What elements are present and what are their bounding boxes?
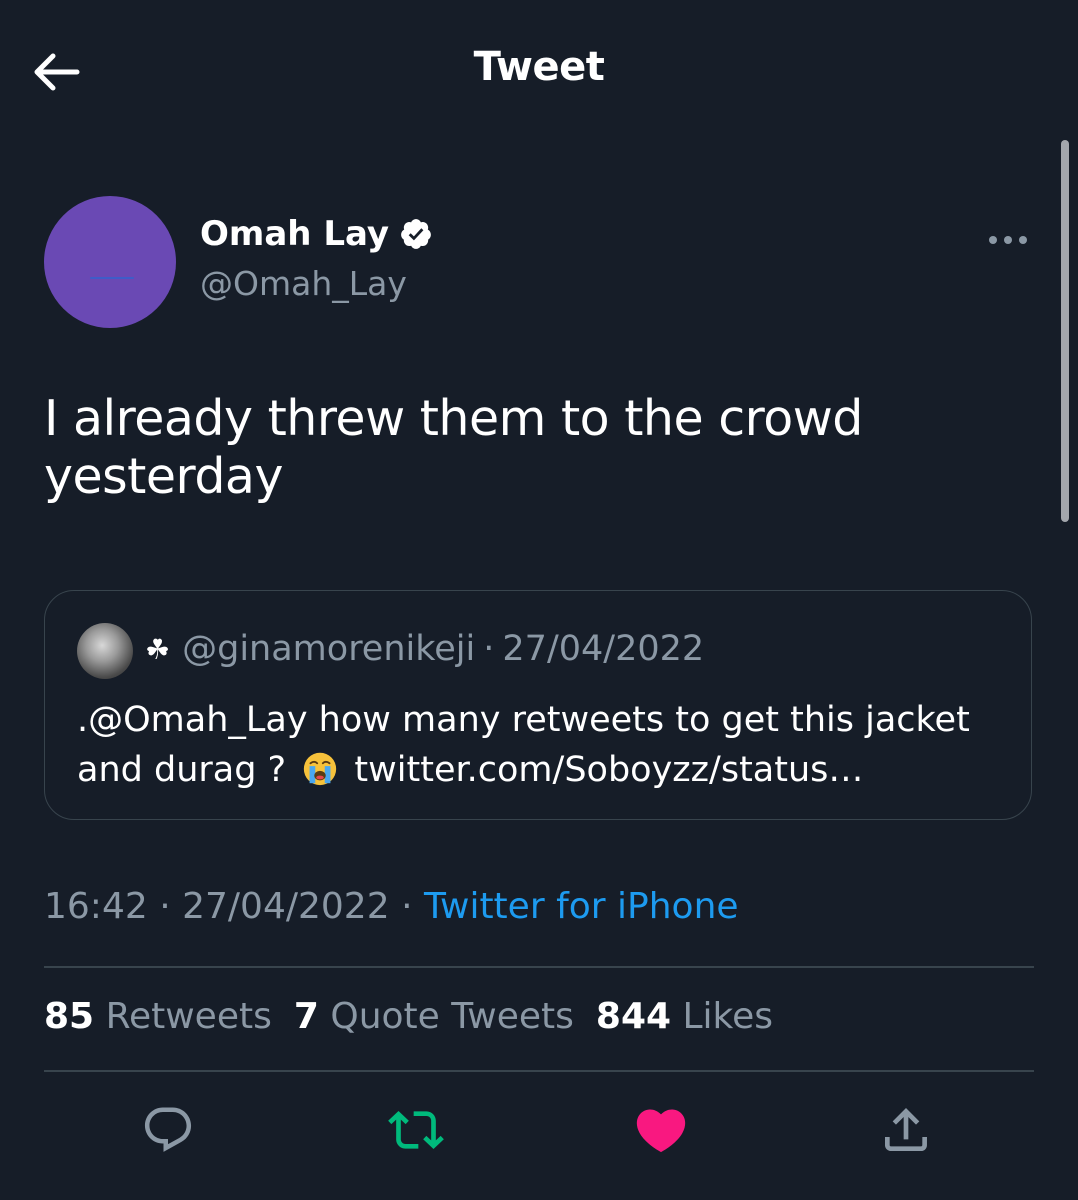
- quoted-tweet-date: 27/04/2022: [502, 629, 705, 669]
- tweet-meta: 16:42 · 27/04/2022 · Twitter for iPhone: [44, 886, 739, 927]
- quoted-author-avatar: [77, 623, 133, 679]
- more-dots-icon: [989, 236, 1027, 244]
- loudly-crying-face-icon: [304, 752, 337, 786]
- retweet-icon: [388, 1111, 444, 1149]
- retweet-button[interactable]: [386, 1100, 446, 1160]
- share-icon: [885, 1108, 927, 1151]
- quoted-tweet-link[interactable]: twitter.com/Soboyzz/status…: [354, 750, 863, 790]
- separator-dot: ·: [483, 629, 495, 669]
- likes-count: 844: [595, 996, 672, 1037]
- quoted-tweet-text: .@Omah_Lay how many retweets to get this…: [77, 695, 997, 795]
- verified-badge-icon: [401, 219, 431, 249]
- tweet-date: 27/04/2022: [182, 886, 390, 927]
- tweet-source-link[interactable]: Twitter for iPhone: [424, 886, 739, 927]
- quote-tweets-count: 7: [293, 996, 319, 1037]
- quoted-tweet-header: ☘ @ginamorenikeji · 27/04/2022: [145, 629, 704, 669]
- likes-stat[interactable]: 844 Likes: [596, 996, 773, 1037]
- divider: [44, 1070, 1034, 1072]
- top-bar: Tweet: [0, 0, 1078, 140]
- retweets-count: 85: [44, 996, 95, 1037]
- quoted-tweet[interactable]: ☘ @ginamorenikeji · 27/04/2022 .@Omah_La…: [44, 590, 1032, 820]
- tweet-text: I already threw them to the crowd yester…: [44, 390, 863, 505]
- divider: [44, 966, 1034, 968]
- quoted-author-handle: @ginamorenikeji: [182, 629, 476, 669]
- like-button[interactable]: [631, 1100, 691, 1160]
- reply-button[interactable]: [138, 1100, 198, 1160]
- retweets-stat[interactable]: 85 Retweets: [44, 996, 272, 1037]
- quoted-author-name: ☘: [145, 632, 171, 666]
- author-handle[interactable]: @Omah_Lay: [200, 264, 407, 303]
- quote-tweets-label: Quote Tweets: [330, 996, 574, 1037]
- author-display-name: Omah Lay: [200, 214, 390, 254]
- share-button[interactable]: [876, 1100, 936, 1160]
- scrollbar[interactable]: [1061, 140, 1069, 522]
- page-title: Tweet: [473, 44, 605, 90]
- separator-dot: ·: [159, 886, 171, 927]
- retweets-label: Retweets: [105, 996, 272, 1037]
- separator-dot: ·: [401, 886, 413, 927]
- likes-label: Likes: [682, 996, 774, 1037]
- author-avatar[interactable]: [44, 196, 176, 328]
- more-options-button[interactable]: [984, 222, 1032, 258]
- heart-icon: [636, 1109, 686, 1153]
- quote-tweets-stat[interactable]: 7 Quote Tweets: [294, 996, 574, 1037]
- engagement-stats: 85 Retweets 7 Quote Tweets 844 Likes: [44, 996, 773, 1037]
- author-name[interactable]: Omah Lay: [200, 214, 433, 254]
- tweet-time: 16:42: [44, 886, 148, 927]
- reply-icon: [144, 1107, 192, 1152]
